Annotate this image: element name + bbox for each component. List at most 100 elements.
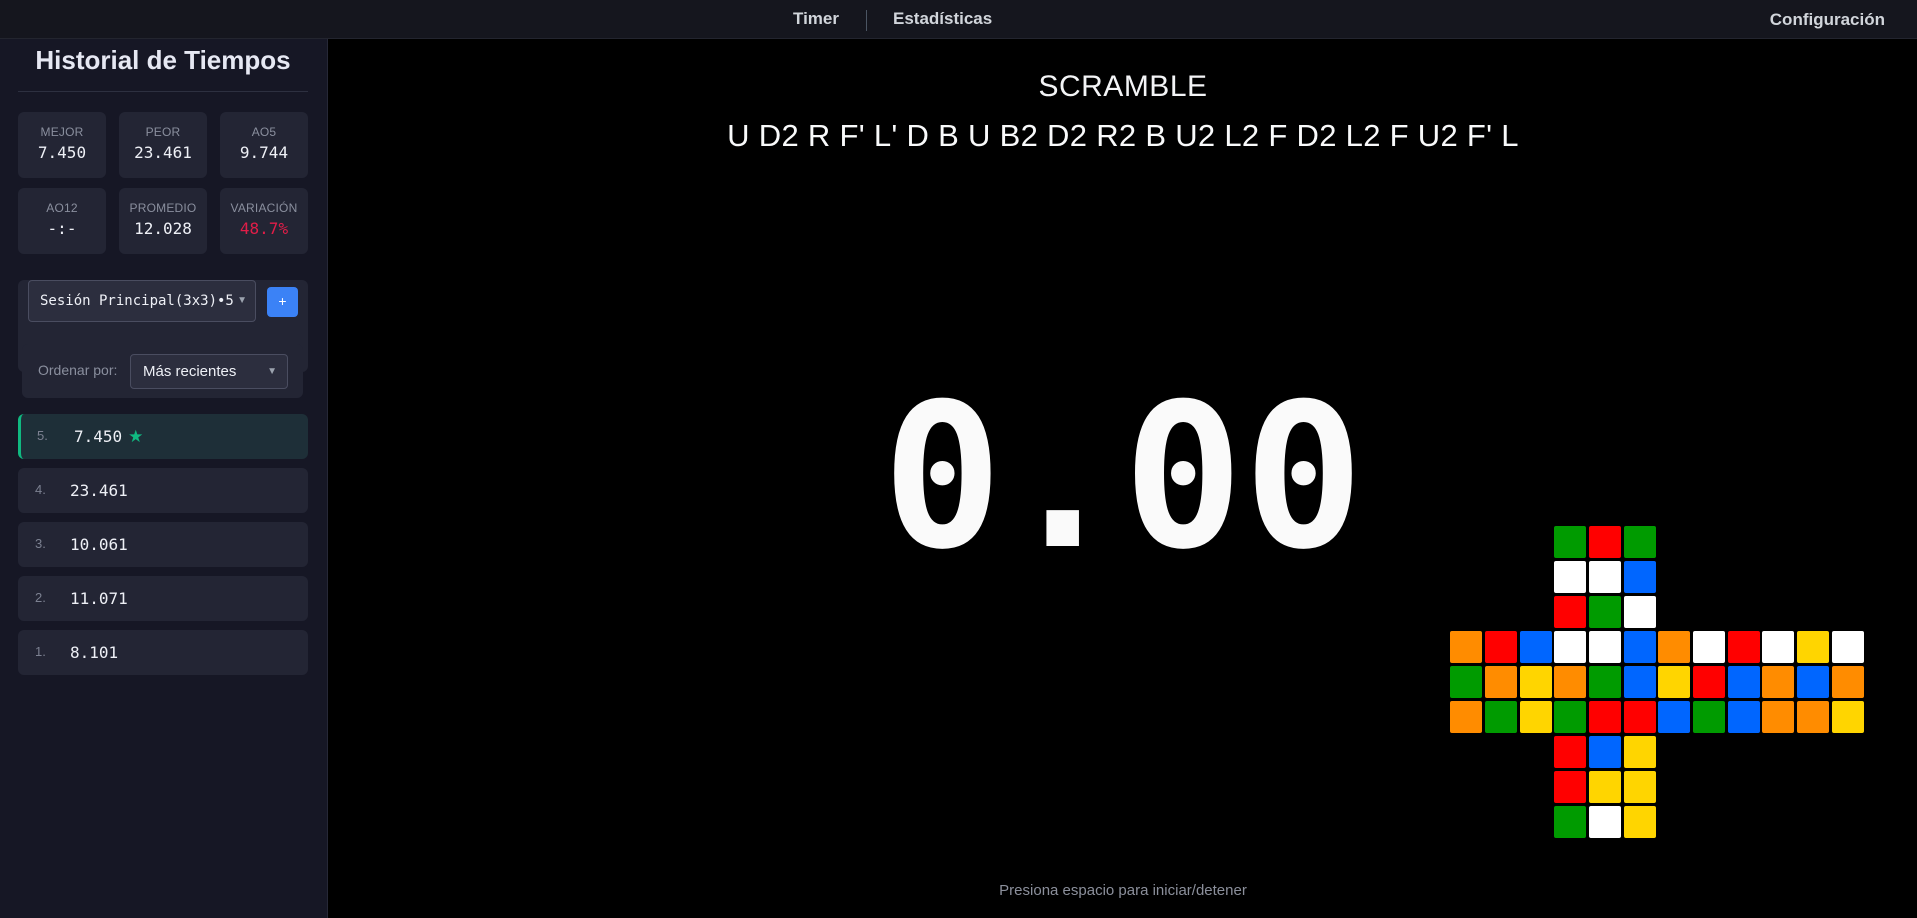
cube-sticker xyxy=(1520,701,1552,733)
cube-sticker xyxy=(1589,666,1621,698)
nav-config-link[interactable]: Configuración xyxy=(1770,10,1885,30)
session-select-value: Sesión Principal(3x3)•5 xyxy=(40,293,234,309)
hint-text: Presiona espacio para iniciar/detener xyxy=(999,882,1247,899)
cube-sticker xyxy=(1520,666,1552,698)
divider xyxy=(18,91,308,92)
cube-sticker xyxy=(1624,701,1656,733)
cube-sticker xyxy=(1450,631,1482,663)
cube-sticker xyxy=(1832,666,1864,698)
nav-stats-link[interactable]: Estadísticas xyxy=(893,9,992,29)
time-value: 11.071 xyxy=(70,589,128,608)
stat-variation: VARIACIÓN 48.7% xyxy=(220,188,308,254)
cube-sticker xyxy=(1624,526,1656,558)
top-nav: Timer Estadísticas Configuración xyxy=(0,0,1917,39)
cube-sticker xyxy=(1589,526,1621,558)
time-index: 1. xyxy=(35,644,46,659)
cube-sticker xyxy=(1589,596,1621,628)
cube-sticker xyxy=(1554,666,1586,698)
cube-sticker xyxy=(1693,666,1725,698)
sort-select[interactable]: Más recientes ▼ xyxy=(130,354,288,389)
sidebar-title: Historial de Tiempos xyxy=(35,45,291,75)
time-list: 5. 7.450 ★ 4. 23.461 3. 10.061 2. 11.071 … xyxy=(18,414,308,684)
stat-label: AO5 xyxy=(251,125,277,139)
cube-sticker xyxy=(1832,701,1864,733)
cube-sticker xyxy=(1728,631,1760,663)
time-row[interactable]: 3. 10.061 xyxy=(18,522,308,567)
time-row[interactable]: 1. 8.101 xyxy=(18,630,308,675)
cube-sticker xyxy=(1624,561,1656,593)
cube-sticker xyxy=(1832,631,1864,663)
cube-sticker xyxy=(1520,631,1552,663)
stat-value: 12.028 xyxy=(134,219,192,238)
time-index: 4. xyxy=(35,482,46,497)
nav-divider xyxy=(866,10,867,31)
stat-label: PEOR xyxy=(145,125,181,139)
stat-ao5: AO5 9.744 xyxy=(220,112,308,178)
cube-sticker xyxy=(1589,561,1621,593)
cube-sticker xyxy=(1762,701,1794,733)
cube-sticker xyxy=(1624,771,1656,803)
cube-sticker xyxy=(1658,701,1690,733)
cube-sticker xyxy=(1762,631,1794,663)
stat-value: 9.744 xyxy=(239,143,289,162)
time-index: 2. xyxy=(35,590,46,605)
cube-sticker xyxy=(1589,736,1621,768)
cube-sticker xyxy=(1624,666,1656,698)
stat-value: -:- xyxy=(47,219,77,238)
cube-sticker xyxy=(1589,701,1621,733)
stat-value: 7.450 xyxy=(37,143,87,162)
time-row[interactable]: 4. 23.461 xyxy=(18,468,308,513)
time-value-text: 7.450 xyxy=(74,427,123,446)
cube-face-left xyxy=(1450,631,1554,735)
cube-sticker xyxy=(1485,631,1517,663)
stat-label: VARIACIÓN xyxy=(230,201,298,215)
stat-best: MEJOR 7.450 xyxy=(18,112,106,178)
cube-sticker xyxy=(1693,631,1725,663)
time-value: 10.061 xyxy=(70,535,128,554)
chevron-down-icon: ▼ xyxy=(267,366,277,377)
cube-sticker xyxy=(1589,631,1621,663)
stat-ao12: AO12 -:- xyxy=(18,188,106,254)
stat-value: 23.461 xyxy=(134,143,192,162)
time-value: 8.101 xyxy=(70,643,119,662)
time-value: 7.450 ★ xyxy=(74,427,143,447)
sort-select-value: Más recientes xyxy=(143,363,237,380)
stat-label: MEJOR xyxy=(40,125,84,139)
cube-sticker xyxy=(1450,666,1482,698)
cube-sticker xyxy=(1554,631,1586,663)
scramble-title: SCRAMBLE xyxy=(1038,70,1208,103)
cube-sticker xyxy=(1728,666,1760,698)
cube-face-up xyxy=(1554,526,1658,630)
time-index: 5. xyxy=(37,428,48,443)
stat-worst: PEOR 23.461 xyxy=(119,112,207,178)
session-select[interactable]: Sesión Principal(3x3)•5 ▼ xyxy=(28,280,256,322)
cube-sticker xyxy=(1728,701,1760,733)
chevron-down-icon: ▼ xyxy=(235,295,247,306)
cube-face-down xyxy=(1554,736,1658,840)
cube-sticker xyxy=(1797,666,1829,698)
nav-timer-link[interactable]: Timer xyxy=(793,9,839,29)
stat-label: AO12 xyxy=(46,201,78,215)
time-row[interactable]: 5. 7.450 ★ xyxy=(18,414,308,459)
cube-sticker xyxy=(1624,596,1656,628)
time-value: 23.461 xyxy=(70,481,128,500)
cube-sticker xyxy=(1589,771,1621,803)
cube-sticker xyxy=(1554,701,1586,733)
cube-sticker xyxy=(1450,701,1482,733)
cube-sticker xyxy=(1485,701,1517,733)
cube-sticker xyxy=(1797,701,1829,733)
stat-value: 48.7% xyxy=(239,219,289,238)
cube-sticker xyxy=(1554,526,1586,558)
stat-label: PROMEDIO xyxy=(129,201,197,215)
cube-sticker xyxy=(1797,631,1829,663)
cube-sticker xyxy=(1624,806,1656,838)
cube-sticker xyxy=(1762,666,1794,698)
star-icon: ★ xyxy=(128,427,144,447)
cube-sticker xyxy=(1624,736,1656,768)
cube-sticker xyxy=(1554,736,1586,768)
time-row[interactable]: 2. 11.071 xyxy=(18,576,308,621)
scramble-text: U D2 R F' L' D B U B2 D2 R2 B U2 L2 F D2… xyxy=(727,118,1519,153)
add-session-button[interactable]: + xyxy=(267,287,298,317)
cube-sticker xyxy=(1554,596,1586,628)
cube-sticker xyxy=(1554,561,1586,593)
